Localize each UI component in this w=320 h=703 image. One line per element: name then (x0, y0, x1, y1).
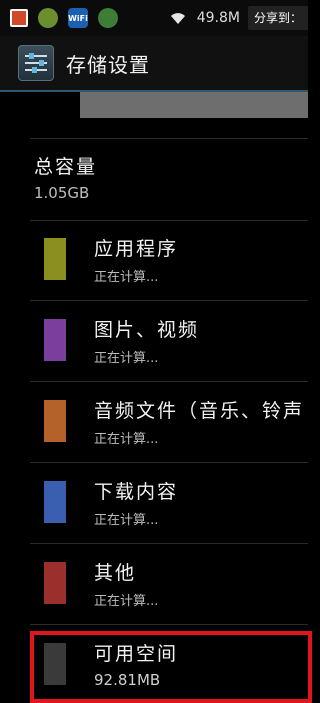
action-bar: 存储设置 (0, 36, 308, 90)
storage-item-size: 正在计算... (94, 513, 159, 528)
security-app-icon (98, 8, 118, 28)
notification-icon (10, 9, 28, 27)
storage-item-label: 图片、视频 (94, 319, 200, 341)
storage-item-size: 正在计算... (94, 432, 159, 447)
storage-item-other[interactable]: 其他正在计算... (30, 544, 308, 622)
color-swatch (44, 562, 66, 604)
status-bar: WiFi 49.8M 分享到： (0, 0, 308, 36)
app-notification-icon (38, 8, 58, 28)
storage-item-label: 音频文件（音乐、铃声 (94, 400, 305, 422)
share-to-button[interactable]: 分享到： (247, 6, 308, 30)
color-swatch (44, 481, 66, 523)
color-swatch (44, 400, 66, 442)
storage-item-size: 正在计算... (94, 270, 159, 285)
storage-item-label: 其他 (94, 562, 137, 584)
storage-item-pictures-videos[interactable]: 图片、视频正在计算... (30, 301, 308, 379)
wifi-signal-icon (170, 13, 185, 24)
storage-item-apps[interactable]: 应用程序正在计算... (30, 220, 308, 298)
wifi-app-icon: WiFi (68, 8, 88, 28)
settings-sliders-icon[interactable] (18, 45, 54, 81)
total-capacity-value: 1.05GB (34, 184, 90, 202)
free-space-highlight-box (30, 631, 312, 703)
storage-item-size: 正在计算... (94, 351, 159, 366)
page-title: 存储设置 (66, 52, 150, 77)
storage-item-size: 正在计算... (94, 594, 159, 609)
storage-item-downloads[interactable]: 下载内容正在计算... (30, 463, 308, 541)
divider (30, 138, 308, 139)
color-swatch (44, 319, 66, 361)
network-speed: 49.8M (196, 10, 240, 26)
storage-usage-bar (80, 92, 308, 118)
total-capacity-label: 总容量 (34, 156, 98, 178)
storage-item-audio[interactable]: 音频文件（音乐、铃声正在计算... (30, 382, 308, 460)
color-swatch (44, 238, 66, 280)
storage-item-label: 下载内容 (94, 481, 179, 503)
storage-item-label: 应用程序 (94, 238, 179, 260)
